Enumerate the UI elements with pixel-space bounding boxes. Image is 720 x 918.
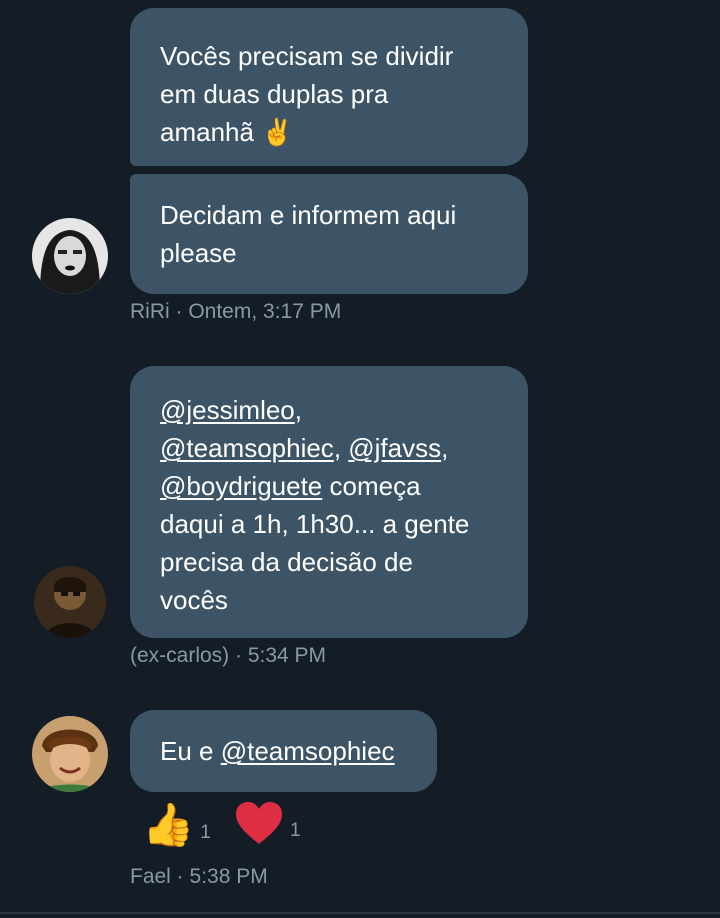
message-bubble[interactable]: Decidam e informem aqui please xyxy=(130,174,528,294)
message-text: amanhã xyxy=(160,117,254,147)
message-text: começa xyxy=(329,471,421,501)
avatar-image xyxy=(34,566,106,638)
mention-link[interactable]: @jfavss xyxy=(348,433,441,463)
mention-link[interactable]: @teamsophiec xyxy=(221,736,395,766)
message-text-line: @jessimleo, xyxy=(160,391,498,429)
avatar-ex-carlos[interactable] xyxy=(34,566,106,638)
message-text-line: Eu e @teamsophiec xyxy=(160,732,407,770)
message-text: precisa da decisão de xyxy=(160,547,413,577)
message-text: please xyxy=(160,238,237,268)
message-text: vocês xyxy=(160,585,228,615)
reaction-count: 1 xyxy=(200,822,211,843)
message-text-line: @boydriguete começa xyxy=(160,467,498,505)
message-bubble[interactable]: Eu e @teamsophiec xyxy=(130,710,437,792)
victory-hand-emoji: ✌️ xyxy=(261,117,294,147)
message-text: em duas duplas pra xyxy=(160,79,389,109)
message-text-line: amanhã ✌️ xyxy=(160,113,498,151)
mention-link[interactable]: @boydriguete xyxy=(160,471,322,501)
mention-link[interactable]: @teamsophiec xyxy=(160,433,334,463)
avatar-image xyxy=(32,716,108,792)
avatar-riri[interactable] xyxy=(32,218,108,294)
separator: , xyxy=(294,395,302,425)
reaction-thumbs-up[interactable]: 👍 1 xyxy=(142,800,211,850)
separator: , xyxy=(333,433,349,463)
reaction-heart[interactable]: 1 xyxy=(234,800,301,848)
message-text-line: @teamsophiec, @jfavss, xyxy=(160,429,498,467)
message-text: daqui a 1h, 1h30... a gente xyxy=(160,509,470,539)
reaction-count: 1 xyxy=(290,820,301,841)
message-text: Decidam e informem aqui xyxy=(160,200,457,230)
avatar-fael[interactable] xyxy=(32,716,108,792)
mention-link[interactable]: @jessimleo xyxy=(160,395,295,425)
message-text: Eu e xyxy=(160,736,214,766)
avatar-image xyxy=(32,218,108,294)
message-bubble[interactable]: @jessimleo, @teamsophiec, @jfavss, @boyd… xyxy=(130,366,528,638)
message-meta: Fael · 5:38 PM xyxy=(130,865,268,888)
message-meta: (ex-carlos) · 5:34 PM xyxy=(130,644,327,667)
message-meta: RiRi · Ontem, 3:17 PM xyxy=(130,300,342,323)
thumbs-up-icon: 👍 xyxy=(142,801,195,848)
message-text: Vocês precisam se dividir xyxy=(160,41,454,71)
divider xyxy=(0,912,720,914)
heart-icon xyxy=(236,802,282,844)
separator: , xyxy=(441,433,449,463)
message-bubble[interactable]: Vocês precisam se dividir em duas duplas… xyxy=(130,8,528,166)
